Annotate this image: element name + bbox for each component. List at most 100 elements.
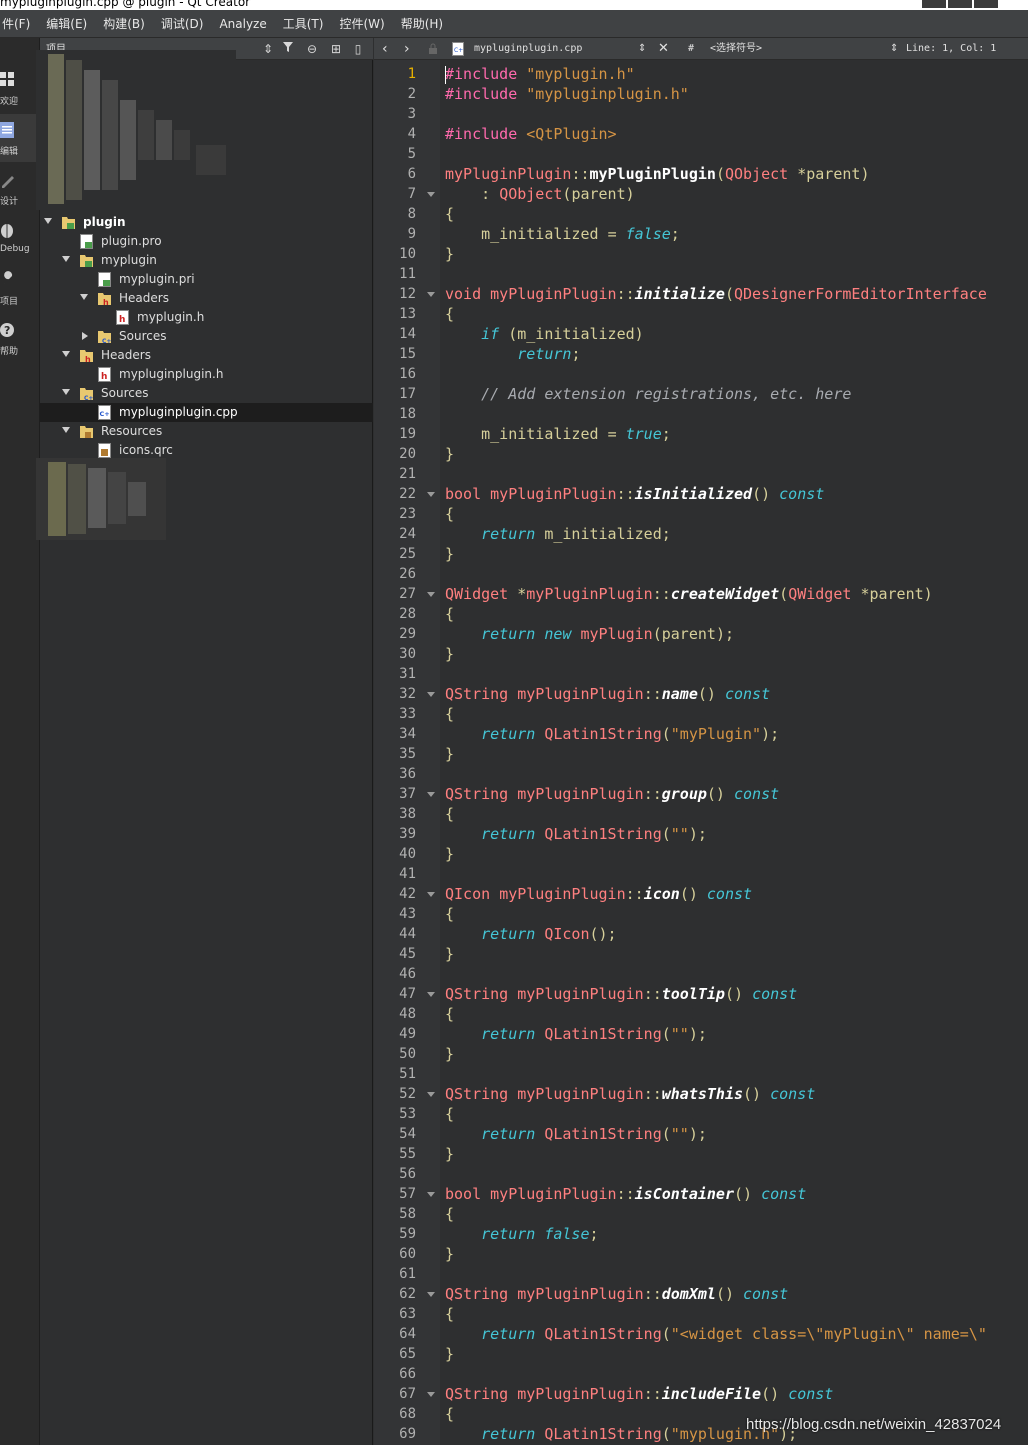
expand-arrow-icon[interactable] <box>80 294 88 300</box>
fold-marker-icon[interactable] <box>427 1192 435 1197</box>
filter-icon[interactable] <box>280 41 296 57</box>
line-number: 61 <box>399 1266 416 1282</box>
mode-1[interactable]: 编辑 <box>0 114 40 162</box>
link-icon[interactable]: ⊖ <box>304 41 320 57</box>
mode-2[interactable]: 设计 <box>0 164 40 212</box>
pencil-icon <box>0 170 16 192</box>
code-line: } <box>445 1045 455 1063</box>
fold-marker-icon[interactable] <box>427 1092 435 1097</box>
line-number: 51 <box>399 1066 416 1082</box>
mode-3[interactable]: Debug <box>0 214 40 262</box>
code-line: } <box>445 945 455 963</box>
tree-item-label: Headers <box>101 348 151 362</box>
tree-item[interactable]: C+ mypluginplugin.cpp <box>40 403 373 422</box>
fold-marker-icon[interactable] <box>427 192 435 197</box>
code-line: } <box>445 1345 455 1363</box>
code-line: QWidget *myPluginPlugin::createWidget(QW… <box>445 585 933 603</box>
line-number: 39 <box>399 826 416 842</box>
menu-item[interactable]: Analyze <box>211 17 274 31</box>
back-icon[interactable]: ‹ <box>382 39 388 59</box>
svg-text:h: h <box>85 355 91 363</box>
sort-updown-icon[interactable]: ⇕ <box>260 41 276 57</box>
watermark: https://blog.csdn.net/weixin_42837024 <box>746 1416 1002 1433</box>
menu-item[interactable]: 控件(W) <box>331 15 392 32</box>
code-line: QString myPluginPlugin::toolTip() const <box>445 985 798 1003</box>
expand-arrow-icon[interactable] <box>62 389 70 395</box>
menu-item[interactable]: 工具(T) <box>275 15 332 32</box>
expand-arrow-icon[interactable] <box>62 351 70 357</box>
line-number: 10 <box>399 246 416 262</box>
line-number: 1 <box>407 66 416 82</box>
symbol-combo[interactable]: <选择符号> <box>710 39 762 59</box>
fold-marker-icon[interactable] <box>427 692 435 697</box>
tree-item[interactable]: h Headers <box>40 289 373 308</box>
line-number: 38 <box>399 806 416 822</box>
tree-item[interactable]: h mypluginplugin.h <box>40 365 373 384</box>
fold-marker-icon[interactable] <box>427 592 435 597</box>
cursor-position[interactable]: Line: 1, Col: 1 <box>906 39 996 59</box>
line-number: 35 <box>399 746 416 762</box>
line-number: 30 <box>399 646 416 662</box>
tree-item[interactable]: plugin.pro <box>40 232 373 251</box>
tree-item-label: plugin <box>83 215 126 229</box>
project-pane: 项目 ⇕ ⊖ ⊞ ▯ plugin plugin.pro myplugin myplu… <box>36 38 373 1445</box>
menu-item[interactable]: 件(F) <box>0 15 38 32</box>
fold-marker-icon[interactable] <box>427 1392 435 1397</box>
fold-marker-icon[interactable] <box>427 792 435 797</box>
line-number: 66 <box>399 1366 416 1382</box>
tree-item[interactable]: plugin <box>40 213 373 232</box>
fold-marker-icon[interactable] <box>427 292 435 297</box>
tree-item[interactable]: C+ Sources <box>40 327 373 346</box>
symbol-combo-arrow-icon[interactable]: ⇕ <box>890 39 898 59</box>
menu-item[interactable]: 构建(B) <box>95 15 153 32</box>
menu-item[interactable]: 编辑(E) <box>38 15 95 32</box>
fold-marker-icon[interactable] <box>427 1292 435 1297</box>
line-number: 57 <box>399 1186 416 1202</box>
line-number: 34 <box>399 726 416 742</box>
close-document-icon[interactable]: ✕ <box>658 39 669 59</box>
mode-selector: 欢迎 编辑 设计 Debug 项目? 帮助 <box>0 38 40 1445</box>
forward-icon[interactable]: › <box>404 39 410 59</box>
expand-arrow-icon[interactable] <box>62 427 70 433</box>
fold-marker-icon[interactable] <box>427 892 435 897</box>
fold-marker-icon[interactable] <box>427 992 435 997</box>
maximize-button[interactable] <box>948 0 972 8</box>
code-line: m_initialized = true; <box>481 425 671 443</box>
tree-item[interactable]: h Headers <box>40 346 373 365</box>
mode-0[interactable]: 欢迎 <box>0 64 40 112</box>
expand-arrow-icon[interactable] <box>62 256 70 262</box>
fold-marker-icon[interactable] <box>427 492 435 497</box>
mode-5[interactable]: ? 帮助 <box>0 314 40 362</box>
split-icon[interactable]: ⊞ <box>328 41 344 57</box>
open-file-combo[interactable]: mypluginplugin.cpp <box>474 39 582 59</box>
close-button[interactable] <box>974 0 998 8</box>
code-line: bool myPluginPlugin::isContainer() const <box>445 1185 807 1203</box>
tree-item-label: Sources <box>119 329 167 343</box>
collapse-arrow-icon[interactable] <box>82 332 88 340</box>
expand-arrow-icon[interactable] <box>44 218 52 224</box>
line-number: 69 <box>399 1426 416 1442</box>
tree-item[interactable]: myplugin <box>40 251 373 270</box>
minimize-button[interactable] <box>922 0 946 8</box>
code-line: } <box>445 645 455 663</box>
line-number: 53 <box>399 1106 416 1122</box>
tree-item[interactable]: myplugin.pri <box>40 270 373 289</box>
line-number: 52 <box>399 1086 416 1102</box>
tree-item[interactable]: h myplugin.h <box>40 308 373 327</box>
line-number: 19 <box>399 426 416 442</box>
line-number: 7 <box>407 186 416 202</box>
header-file-icon: h <box>116 310 129 325</box>
file-combo-arrow-icon[interactable]: ⇕ <box>638 39 646 59</box>
mode-4[interactable]: 项目 <box>0 264 40 312</box>
fold-strip[interactable] <box>421 60 440 1445</box>
tree-item[interactable]: Resources <box>40 422 373 441</box>
code-line: QString myPluginPlugin::name() const <box>445 685 771 703</box>
close-pane-icon[interactable]: ▯ <box>350 41 366 57</box>
code-line: return m_initialized; <box>481 525 671 543</box>
line-number: 9 <box>407 226 416 242</box>
menu-item[interactable]: 调试(D) <box>153 15 212 32</box>
redacted-region-2 <box>36 458 166 540</box>
menu-item[interactable]: 帮助(H) <box>393 15 451 32</box>
tree-item[interactable]: C+ Sources <box>40 384 373 403</box>
code-line: return QLatin1String("myPlugin"); <box>481 725 780 743</box>
